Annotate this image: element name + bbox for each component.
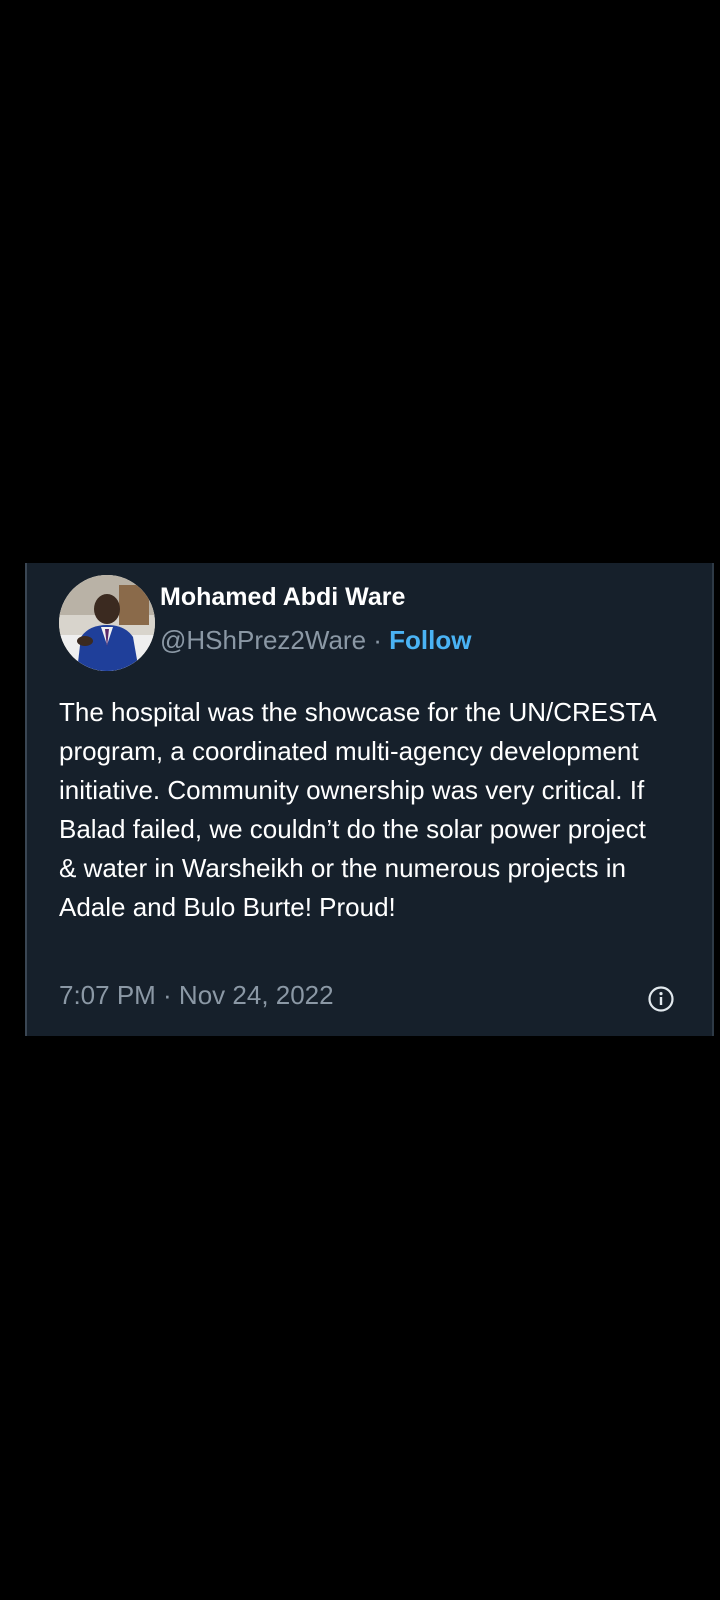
tweet-card: Mohamed Abdi Ware @HShPrez2Ware · Follow… <box>0 563 720 1036</box>
author-handle[interactable]: @HShPrez2Ware <box>160 625 366 655</box>
handle-row: @HShPrez2Ware · Follow <box>160 625 471 656</box>
tweet-card-body: Mohamed Abdi Ware @HShPrez2Ware · Follow… <box>25 563 714 1036</box>
handle-separator: · <box>366 625 390 655</box>
author-name[interactable]: Mohamed Abdi Ware <box>160 583 405 612</box>
avatar-image <box>59 575 155 671</box>
tweet-timestamp[interactable]: 7:07 PM · Nov 24, 2022 <box>59 980 334 1011</box>
avatar[interactable] <box>59 575 155 671</box>
follow-button[interactable]: Follow <box>389 625 471 655</box>
info-icon[interactable] <box>647 985 675 1013</box>
tweet-text: The hospital was the showcase for the UN… <box>59 697 656 922</box>
